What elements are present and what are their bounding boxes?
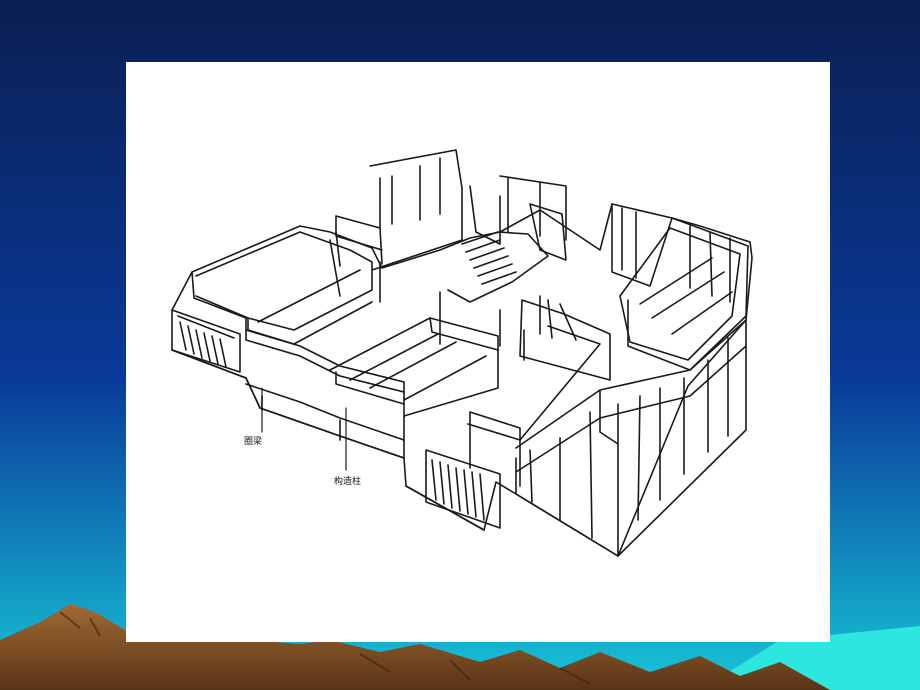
presentation-slide: 圈梁 构造柱	[0, 0, 920, 690]
figure-panel	[126, 62, 830, 642]
slide-canvas: 圈梁 构造柱	[0, 0, 920, 690]
ring-beam-label: 圈梁	[244, 435, 262, 447]
structural-column-label: 构造柱	[334, 475, 361, 487]
